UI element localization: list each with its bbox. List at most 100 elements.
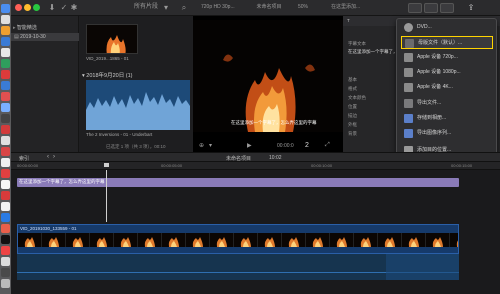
viewer-controls: ⊕ ▾ ▶ 00:00:0 2 ⤢ bbox=[197, 142, 339, 152]
inspector-row[interactable]: 位置 bbox=[348, 104, 357, 110]
inspector-row[interactable]: 描边 bbox=[348, 113, 357, 119]
chevron-down-icon[interactable]: ▾ bbox=[209, 142, 212, 149]
chevron-down-icon[interactable]: ▾ bbox=[161, 3, 171, 12]
search-icon[interactable]: ⌕ bbox=[179, 3, 189, 12]
play-button[interactable]: ▶ bbox=[247, 142, 252, 149]
app-icon[interactable] bbox=[1, 15, 10, 24]
close-button[interactable] bbox=[15, 4, 22, 11]
transform-icon[interactable]: ⊕ bbox=[199, 142, 204, 149]
apple-device-icon bbox=[404, 83, 413, 92]
library-item-label: 2019-10-30 bbox=[20, 34, 46, 40]
clip-thumbnail[interactable] bbox=[86, 24, 138, 54]
import-icon[interactable]: ⬇ bbox=[47, 3, 57, 12]
app-icon[interactable] bbox=[1, 213, 10, 222]
app-icon[interactable] bbox=[1, 147, 10, 156]
menu-item-label: DVD... bbox=[417, 24, 432, 30]
subtitle-value[interactable]: 在这里添加一个字幕了， bbox=[348, 49, 398, 57]
library-tab[interactable]: 所有片段 bbox=[131, 3, 161, 12]
ruler-time: 00:00:05:00 bbox=[161, 163, 183, 168]
toggle-inspector-button[interactable] bbox=[440, 3, 454, 13]
ruler-time: 00:00:10:00 bbox=[311, 163, 333, 168]
timeline-ruler[interactable]: 00:00:00:00 00:00:05:00 00:00:10:00 00:0… bbox=[11, 162, 500, 170]
viewer-panel: 在这里添加一个字幕了，怎么弄这里的字幕 ⊕ ▾ ▶ 00:00:0 2 ⤢ bbox=[193, 16, 343, 152]
app-icon[interactable] bbox=[1, 103, 10, 112]
timeline: 在这里添加一个字幕了，怎么弄这里的字幕 VID_20191030_133559 … bbox=[11, 163, 500, 294]
app-icon[interactable] bbox=[1, 114, 10, 123]
fullscreen-icon[interactable]: ⤢ bbox=[325, 142, 330, 149]
playhead[interactable] bbox=[106, 170, 107, 222]
menu-item-apple-4k[interactable]: Apple 设备 4K... bbox=[401, 81, 493, 94]
index-button[interactable]: 索引 bbox=[19, 155, 29, 162]
forward-icon[interactable]: › bbox=[53, 154, 55, 160]
audio-clip-thumbnail[interactable] bbox=[86, 80, 190, 130]
fire-thumbnail bbox=[87, 25, 137, 53]
browser-status: 已选定 1 项（共 3 项），00:10 bbox=[106, 144, 166, 149]
subtitle-clip[interactable]: 在这里添加一个字幕了，怎么弄这里的字幕 bbox=[17, 178, 459, 187]
zoom-button[interactable] bbox=[33, 4, 40, 11]
app-icon[interactable] bbox=[1, 257, 10, 266]
library-item-selected[interactable]: ▤ 2019-10-30 bbox=[11, 33, 79, 41]
video-frame bbox=[193, 20, 343, 132]
timeline-duration: 10:02 bbox=[269, 155, 282, 161]
inspector-row[interactable]: 格式 bbox=[348, 86, 357, 92]
app-icon[interactable] bbox=[1, 136, 10, 145]
app-icon[interactable] bbox=[1, 26, 10, 35]
app-icon[interactable] bbox=[1, 235, 10, 244]
viewer-project-title: 未命名项目 bbox=[256, 4, 282, 10]
menu-item-master-file[interactable]: 母版文件（默认）... bbox=[401, 36, 493, 49]
ruler-time: 00:00:00:00 bbox=[17, 163, 39, 168]
image-sequence-icon bbox=[404, 129, 413, 138]
toggle-timeline-button[interactable] bbox=[424, 3, 438, 13]
menu-item-apple-1080p[interactable]: Apple 设备 1080p... bbox=[401, 66, 493, 79]
timeline-project-name: 未命名项目 bbox=[226, 156, 252, 162]
menu-item-apple-720p[interactable]: Apple 设备 720p... bbox=[401, 51, 493, 64]
date-group-header[interactable]: ▾ 2018年9月20日 (1) bbox=[82, 71, 132, 79]
menu-item-label: 母版文件（默认）... bbox=[418, 40, 463, 46]
inspector-row[interactable]: 文本颜色 bbox=[348, 95, 366, 101]
menu-item-dvd[interactable]: DVD... bbox=[401, 21, 493, 34]
app-icon[interactable] bbox=[1, 224, 10, 233]
text-inspector-tab[interactable]: T bbox=[347, 18, 350, 23]
minimize-button[interactable] bbox=[24, 4, 31, 11]
library-item[interactable]: ▸ 智能精选 bbox=[13, 24, 37, 32]
menu-item-image-sequence[interactable]: 导出图像序列... bbox=[401, 127, 493, 140]
menu-item-label: 存储到相册... bbox=[417, 115, 447, 121]
inspector-row[interactable]: 外框 bbox=[348, 122, 357, 128]
inspector-row[interactable]: 基本 bbox=[348, 77, 357, 83]
app-icon[interactable] bbox=[1, 125, 10, 134]
trash-icon[interactable] bbox=[1, 279, 10, 288]
app-icon[interactable] bbox=[1, 158, 10, 167]
analyze-icon[interactable]: ✱ bbox=[69, 3, 79, 12]
app-icon[interactable] bbox=[1, 81, 10, 90]
playhead-handle[interactable] bbox=[104, 163, 109, 167]
finder-icon[interactable] bbox=[1, 4, 10, 13]
app-icon[interactable] bbox=[1, 48, 10, 57]
inspector-row[interactable]: 背景 bbox=[348, 131, 357, 137]
timeline-toolbar: 索引 ‹ › 未命名项目 10:02 bbox=[11, 152, 500, 162]
apple-device-icon bbox=[404, 53, 413, 62]
app-icon[interactable] bbox=[1, 268, 10, 277]
apple-device-icon bbox=[404, 68, 413, 77]
toggle-browser-button[interactable] bbox=[408, 3, 422, 13]
app-icon[interactable] bbox=[1, 169, 10, 178]
app-icon[interactable] bbox=[1, 191, 10, 200]
dvd-icon bbox=[404, 23, 413, 32]
menu-item-save-to-photos[interactable]: 存储到相册... bbox=[401, 112, 493, 125]
app-icon[interactable] bbox=[1, 246, 10, 255]
app-icon[interactable] bbox=[1, 59, 10, 68]
event-icon: ▤ bbox=[14, 34, 19, 40]
menu-item-label: 导出图像序列... bbox=[417, 130, 452, 136]
share-icon[interactable]: ⇪ bbox=[466, 3, 476, 12]
video-clip[interactable]: VID_20191030_133559 - 01 bbox=[17, 224, 459, 254]
menu-item-label: 导出文件... bbox=[417, 100, 442, 106]
app-icon[interactable] bbox=[1, 92, 10, 101]
app-icon[interactable] bbox=[1, 70, 10, 79]
menu-item-export-file[interactable]: 导出文件... bbox=[401, 97, 493, 110]
app-icon[interactable] bbox=[1, 37, 10, 46]
audio-fade-region bbox=[386, 254, 459, 280]
keyword-icon[interactable]: ✓ bbox=[59, 3, 69, 12]
app-icon[interactable] bbox=[1, 202, 10, 211]
viewer-zoom[interactable]: 50% bbox=[296, 3, 310, 12]
app-icon[interactable] bbox=[1, 180, 10, 189]
back-icon[interactable]: ‹ bbox=[47, 154, 49, 160]
